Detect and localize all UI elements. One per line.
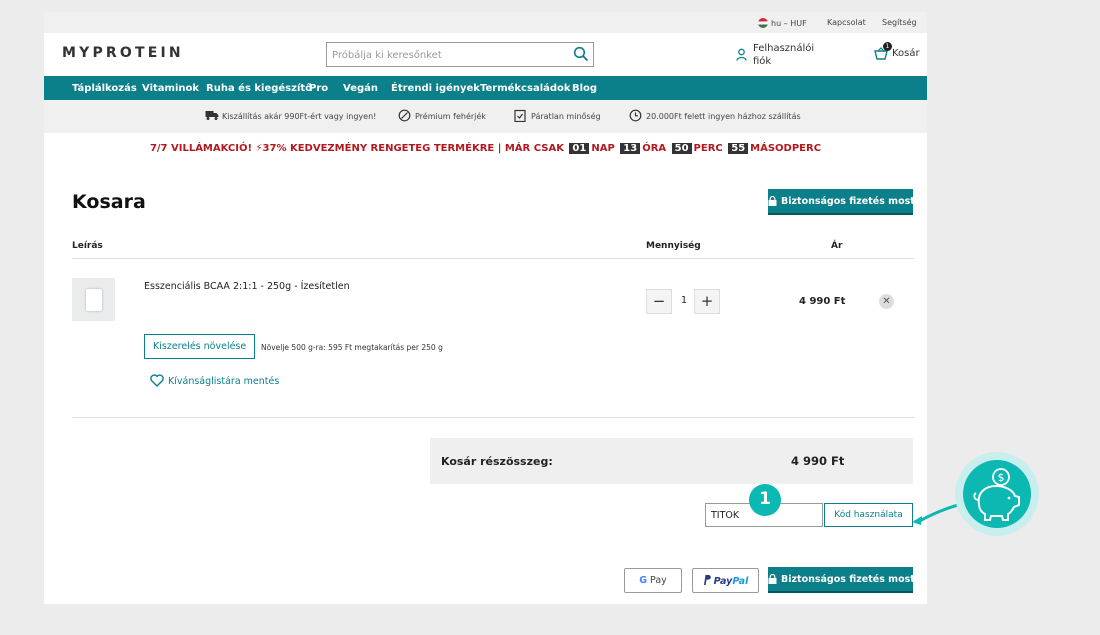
search-icon[interactable] [573, 46, 589, 62]
promo-text: 7/7 VILLÁMAKCIÓ! ⚡37% KEDVEZMÉNY RENGETE… [149, 143, 564, 154]
wishlist-label: Kívánságlistára mentés [168, 376, 280, 387]
usp-free-delivery: 20.000Ft felett ingyen házhoz szállítás [629, 109, 801, 122]
account-label: Felhasználói fiók [753, 43, 815, 67]
page-title: Kosara [72, 191, 146, 213]
column-header-description: Leírás [72, 241, 103, 251]
usp-quality: Páratlan minőség [514, 109, 601, 122]
remove-item-button[interactable]: ✕ [879, 294, 894, 309]
secure-checkout-label: Biztonságos fizetés most [781, 573, 915, 585]
locale-label: hu – HUF [771, 19, 807, 28]
contact-link[interactable]: Kapcsolat [827, 18, 866, 27]
clipboard-check-icon [514, 109, 526, 122]
promo-banner[interactable]: 7/7 VILLÁMAKCIÓ! ⚡37% KEDVEZMÉNY RENGETE… [44, 143, 927, 154]
myprotein-logo[interactable]: MYPROTEIN [62, 45, 184, 61]
page-frame: hu – HUF Kapcsolat Segítség MYPROTEIN Fe… [44, 12, 927, 604]
lock-icon [768, 195, 777, 206]
quantity-value: 1 [680, 295, 688, 306]
nav-item-product-families[interactable]: Termékcsaládok [480, 83, 571, 94]
cart-count-badge: 1 [883, 42, 892, 51]
leaf-icon [398, 109, 411, 122]
usp-shipping-label: Kiszállítás akár 990Ft-ért vagy ingyen! [222, 112, 377, 121]
secure-checkout-button-bottom[interactable]: Biztonságos fizetés most [768, 567, 915, 593]
usp-bar: Kiszállítás akár 990Ft-ért vagy ingyen! … [44, 100, 927, 133]
clock-icon [629, 109, 642, 122]
divider [72, 417, 914, 418]
svg-text:$: $ [998, 471, 1005, 484]
increase-quantity-button[interactable]: + [694, 289, 720, 314]
usp-free-delivery-label: 20.000Ft felett ingyen házhoz szállítás [646, 112, 801, 121]
help-link[interactable]: Segítség [882, 18, 917, 27]
countdown-days: 01 [569, 143, 590, 154]
google-pay-button[interactable]: G Pay [624, 568, 682, 593]
utility-bar: hu – HUF Kapcsolat Segítség [44, 12, 927, 33]
nav-item-vegan[interactable]: Vegán [343, 83, 378, 94]
product-pouch-image [86, 289, 102, 311]
countdown-hours: 13 [620, 143, 641, 154]
secure-checkout-label: Biztonságos fizetés most [781, 195, 915, 207]
usp-quality-label: Páratlan minőség [531, 112, 601, 121]
countdown-days-label: NAP [591, 143, 615, 154]
cart-label: Kosár [892, 48, 920, 59]
google-pay-label: Pay [650, 575, 667, 586]
secure-checkout-button-top[interactable]: Biztonságos fizetés most [768, 189, 915, 215]
nav-item-vitamins[interactable]: Vitaminok [142, 83, 199, 94]
usp-shipping: Kiszállítás akár 990Ft-ért vagy ingyen! [205, 111, 377, 121]
countdown-seconds: 55 [728, 143, 749, 154]
upsize-note: Növelje 500 g-ra: 595 Ft megtakarítás pe… [261, 343, 443, 352]
divider [72, 258, 914, 259]
lock-icon [768, 573, 777, 584]
product-thumbnail[interactable] [72, 278, 115, 321]
nav-item-pro[interactable]: Pro [309, 83, 328, 94]
search-box [326, 42, 594, 67]
step-number-badge: 1 [749, 484, 781, 516]
countdown-minutes: 50 [671, 143, 692, 154]
countdown-hours-label: ÓRA [642, 143, 667, 154]
subtotal-box: Kosár részösszeg: 4 990 Ft [430, 438, 913, 484]
nav-item-clothing[interactable]: Ruha és kiegészítő [206, 83, 312, 94]
piggy-bank-icon: $ [973, 468, 1020, 521]
countdown-minutes-label: PERC [693, 143, 723, 154]
paypal-icon [703, 574, 711, 585]
paypal-label-pal: Pal [732, 575, 749, 587]
locale-selector[interactable]: hu – HUF [758, 18, 807, 28]
usp-premium: Prémium fehérjék [398, 109, 486, 122]
subtotal-label: Kosár részösszeg: [441, 455, 553, 468]
apply-code-button[interactable]: Kód használata [824, 503, 913, 527]
main-nav: Táplálkozás Vitaminok Ruha és kiegészítő… [44, 76, 927, 100]
search-input[interactable] [327, 44, 562, 67]
item-price: 4 990 Ft [799, 296, 846, 307]
piggy-bank-badge: $ [955, 452, 1039, 536]
piggy-bank-inner: $ [963, 460, 1031, 528]
google-g-icon: G [639, 575, 648, 586]
usp-premium-label: Prémium fehérjék [415, 112, 486, 121]
hungary-flag-icon [758, 18, 768, 28]
paypal-button[interactable]: PayPal [692, 568, 759, 593]
countdown-seconds-label: MÁSODPERC [750, 143, 822, 154]
product-name[interactable]: Esszenciális BCAA 2:1:1 - 250g - Ízesíte… [144, 281, 350, 292]
user-icon [736, 48, 747, 61]
column-header-price: Ár [831, 241, 843, 251]
heart-icon [150, 374, 164, 387]
paypal-label-pay: Pay [713, 575, 733, 587]
column-header-quantity: Mennyiség [646, 241, 701, 251]
close-icon: ✕ [882, 296, 891, 307]
nav-item-dietary-needs[interactable]: Étrendi igények [391, 83, 480, 94]
decrease-quantity-button[interactable]: − [646, 289, 672, 314]
subtotal-value: 4 990 Ft [791, 454, 845, 468]
truck-icon [205, 111, 219, 120]
nav-item-nutrition[interactable]: Táplálkozás [72, 83, 137, 94]
upsize-button[interactable]: Kiszerelés növelése [144, 334, 256, 359]
nav-item-blog[interactable]: Blog [572, 83, 597, 94]
